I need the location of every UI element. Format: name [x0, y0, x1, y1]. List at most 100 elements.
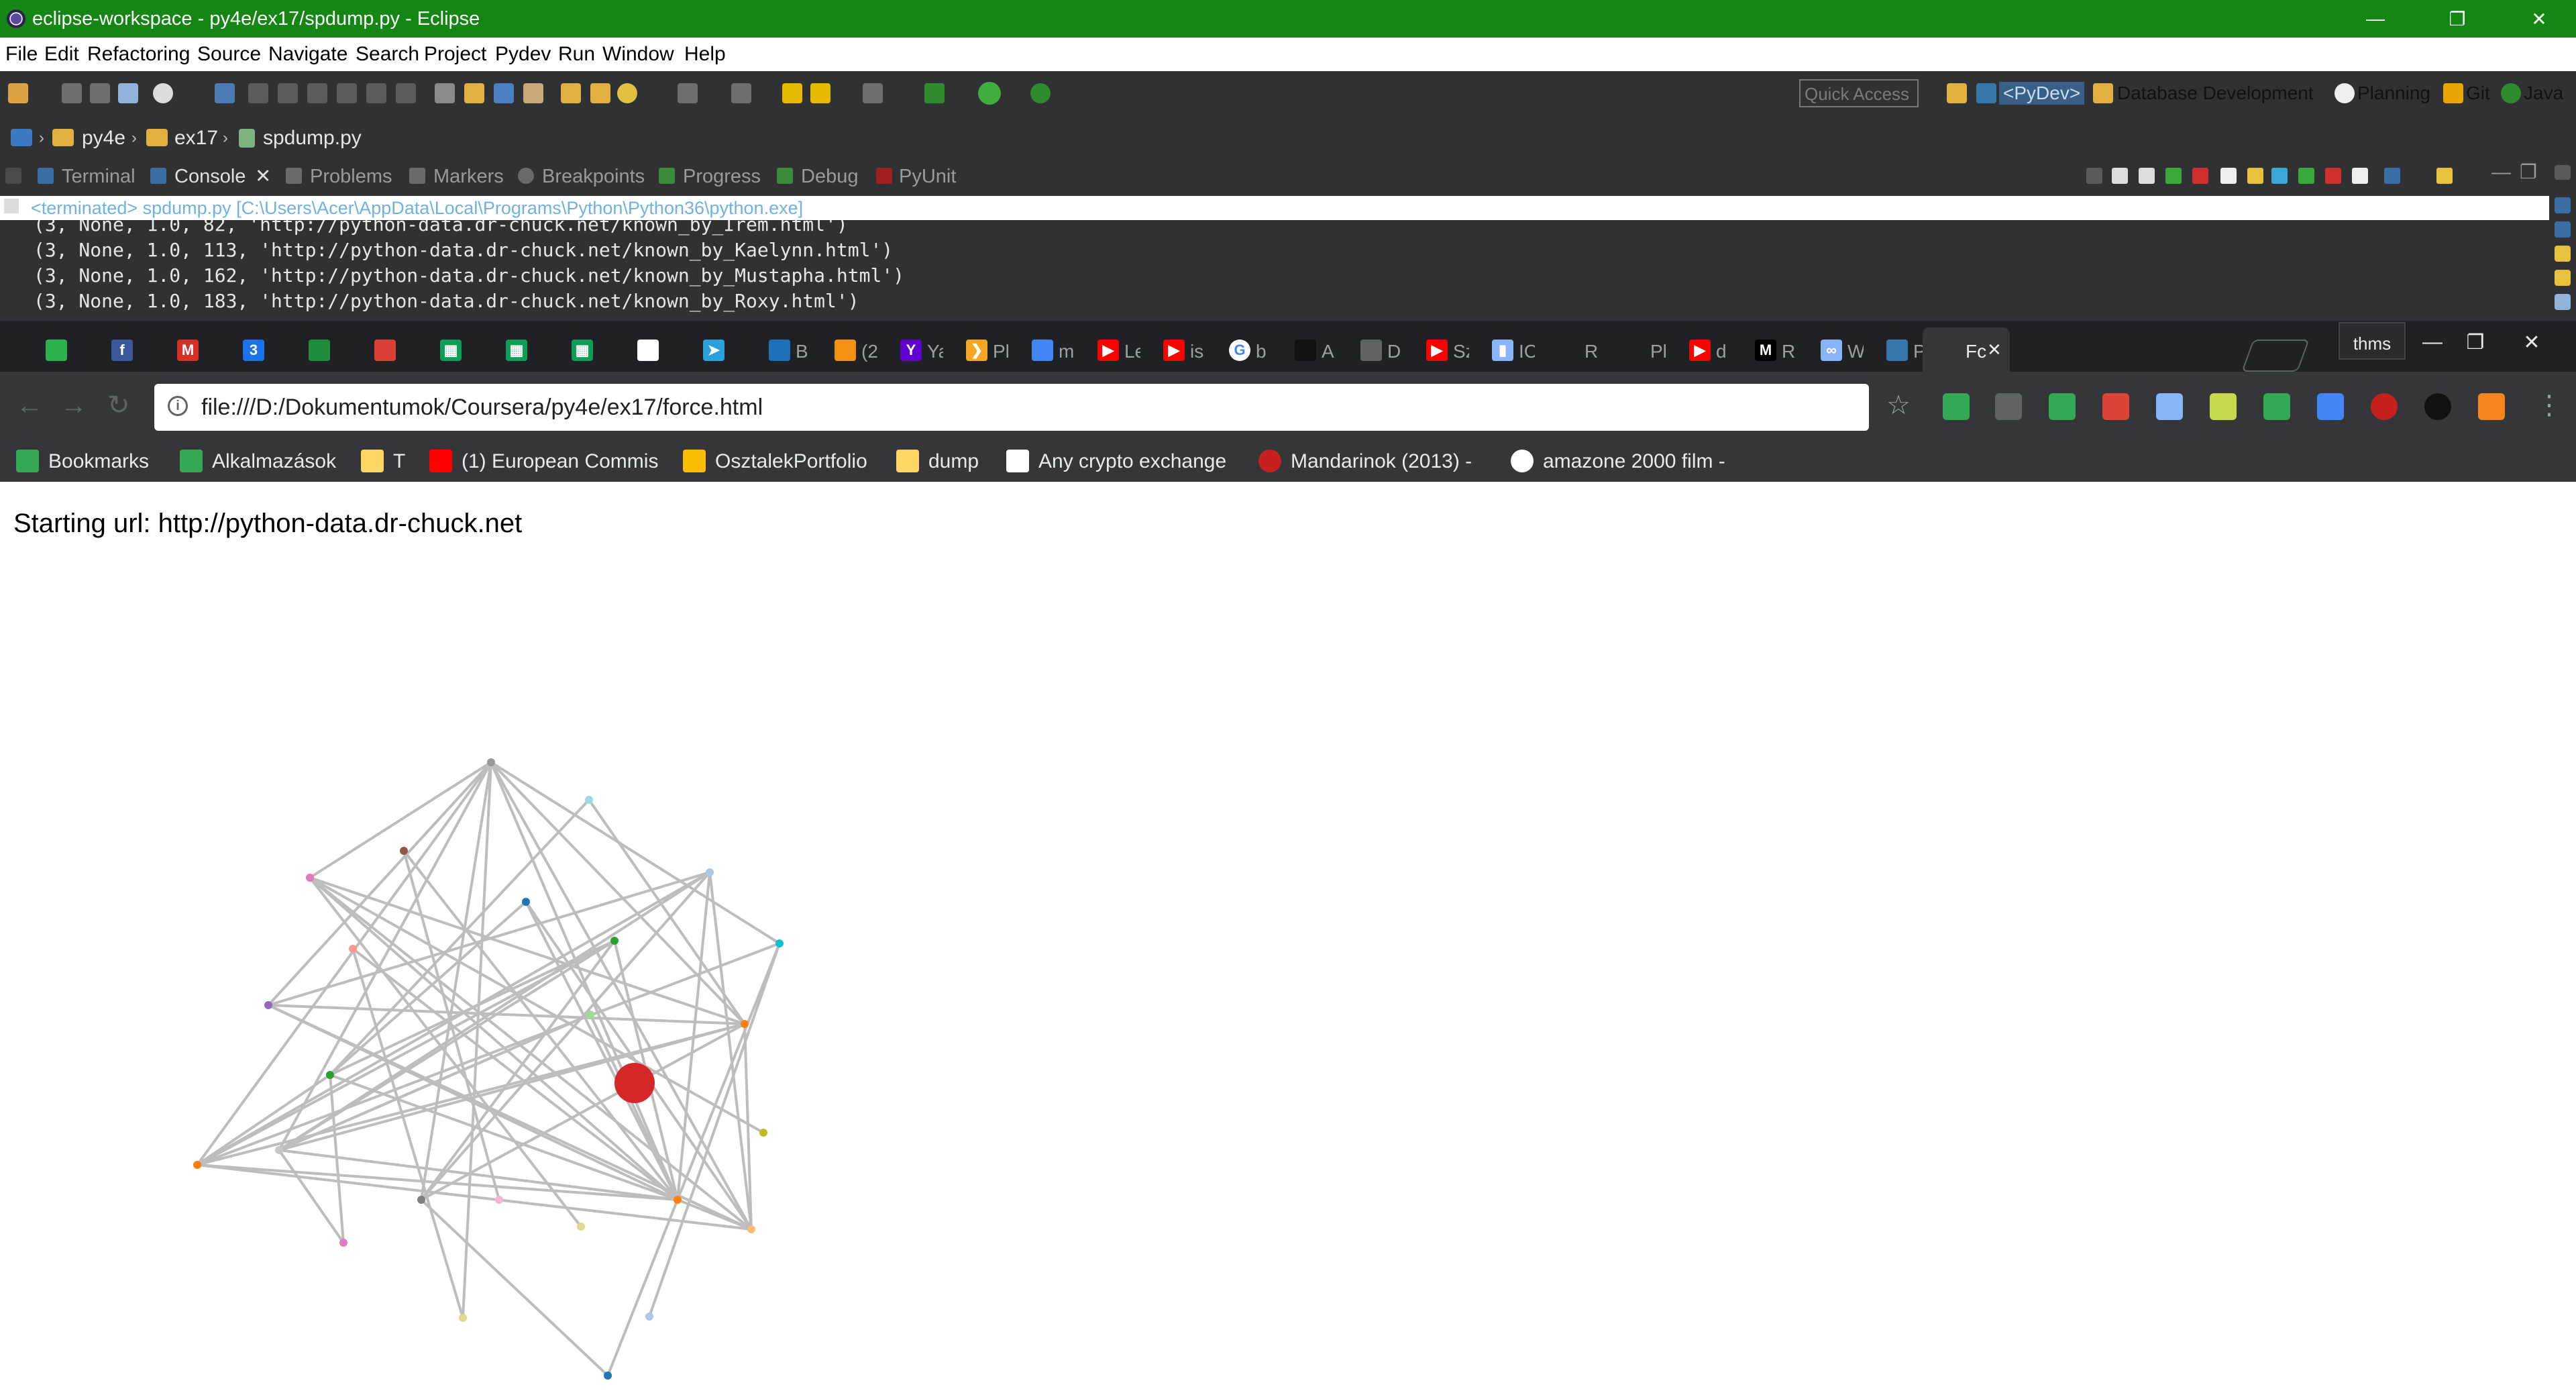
- project-explorer-icon[interactable]: [11, 129, 32, 146]
- graph-node-large[interactable]: [614, 1063, 655, 1103]
- graph-node[interactable]: [459, 1314, 467, 1322]
- graph-node[interactable]: [674, 1196, 682, 1204]
- graph-node[interactable]: [487, 758, 495, 766]
- menu-refactoring[interactable]: Refactoring: [87, 43, 190, 66]
- build-icon[interactable]: [464, 83, 484, 103]
- outline-icon[interactable]: [2555, 197, 2571, 213]
- chrome-tab[interactable]: ▦: [490, 327, 549, 372]
- chrome-tab[interactable]: [358, 327, 417, 372]
- force-graph[interactable]: [0, 482, 2576, 1393]
- forward-icon[interactable]: [863, 83, 883, 103]
- chrome-tab[interactable]: [30, 327, 89, 372]
- graph-node[interactable]: [495, 1196, 503, 1204]
- chrome-tab[interactable]: Fc ✕: [1923, 327, 2010, 372]
- chrome-tab[interactable]: A: [1279, 327, 1338, 372]
- chrome-tab[interactable]: ▮ IC: [1476, 327, 1535, 372]
- menu-window[interactable]: Window: [602, 43, 674, 66]
- ublock-icon[interactable]: [2371, 393, 2398, 420]
- graph-node[interactable]: [400, 847, 408, 855]
- shield-icon[interactable]: [2424, 393, 2451, 420]
- print-icon[interactable]: [118, 83, 138, 103]
- graph-node[interactable]: [747, 1225, 755, 1233]
- feedbro-icon[interactable]: [2210, 393, 2237, 420]
- terminate-icon[interactable]: [307, 83, 327, 103]
- chrome-tab[interactable]: ▦: [555, 327, 614, 372]
- graph-node[interactable]: [741, 1020, 749, 1028]
- chrome-tab[interactable]: f: [95, 327, 154, 372]
- quick-access-input[interactable]: Quick Access: [1799, 79, 1919, 107]
- chrome-tab[interactable]: P: [1870, 327, 1929, 372]
- perspective-pydev[interactable]: <PyDev>: [1999, 82, 2085, 105]
- chrome-tab[interactable]: MR: [1739, 327, 1798, 372]
- menu-navigate[interactable]: Navigate: [268, 43, 347, 66]
- menu-search[interactable]: Search: [356, 43, 419, 66]
- terminate-console-icon[interactable]: [2086, 168, 2102, 184]
- chrome-tab[interactable]: D: [1344, 327, 1403, 372]
- debug-mode-icon[interactable]: [215, 83, 235, 103]
- graph-node[interactable]: [326, 1071, 334, 1079]
- annotation-icon[interactable]: [731, 83, 751, 103]
- tab-pyunit[interactable]: PyUnit: [899, 165, 956, 188]
- profile-button[interactable]: thms: [2339, 322, 2406, 360]
- word-wrap-icon[interactable]: [2271, 168, 2288, 184]
- tab-terminal[interactable]: Terminal: [62, 165, 136, 188]
- tab-markers[interactable]: Markers: [433, 165, 504, 188]
- save-icon[interactable]: [62, 83, 82, 103]
- show-on-output-icon[interactable]: [2298, 168, 2314, 184]
- back-icon[interactable]: [782, 83, 802, 103]
- breadcrumb-folder[interactable]: ex17: [174, 119, 218, 157]
- info-icon[interactable]: i: [168, 396, 188, 416]
- bookmarks-icon[interactable]: [2555, 270, 2571, 286]
- graph-node[interactable]: [585, 796, 593, 804]
- chrome-tab[interactable]: (2: [818, 327, 877, 372]
- tab-progress[interactable]: Progress: [683, 165, 761, 188]
- package-icon[interactable]: [523, 83, 543, 103]
- graph-node[interactable]: [193, 1161, 201, 1169]
- graph-node[interactable]: [604, 1372, 612, 1380]
- tab-debug[interactable]: Debug: [801, 165, 858, 188]
- step-return-icon[interactable]: [396, 83, 416, 103]
- restore-icon[interactable]: [2555, 165, 2571, 180]
- green-extension-icon[interactable]: [2263, 393, 2290, 420]
- open-perspective-icon[interactable]: [1947, 83, 1967, 103]
- step-into-icon[interactable]: [337, 83, 357, 103]
- chrome-close-button[interactable]: ✕: [2513, 325, 2551, 360]
- close-tab-icon[interactable]: ✕: [255, 165, 271, 188]
- graph-node[interactable]: [275, 1146, 283, 1154]
- interrupt-icon[interactable]: [2165, 168, 2182, 184]
- cast-icon[interactable]: [1995, 393, 2022, 420]
- chrome-tab[interactable]: B: [753, 327, 812, 372]
- chrome-restore-button[interactable]: ❐: [2457, 325, 2494, 360]
- clear-console-icon[interactable]: [2220, 168, 2237, 184]
- remove-all-icon[interactable]: [2139, 168, 2155, 184]
- chrome-tab[interactable]: [621, 327, 680, 372]
- chrome-tab[interactable]: M: [161, 327, 220, 372]
- task-icon[interactable]: [678, 83, 698, 103]
- show-on-error-icon[interactable]: [2325, 168, 2341, 184]
- bookmark-star-icon[interactable]: ☆: [1886, 392, 1911, 419]
- resume-icon[interactable]: [248, 83, 268, 103]
- graph-node[interactable]: [577, 1223, 585, 1231]
- close-tab-icon[interactable]: ✕: [1987, 340, 2002, 360]
- reload-icon[interactable]: ↻: [107, 392, 130, 419]
- graph-node[interactable]: [306, 874, 314, 882]
- graph-node[interactable]: [339, 1239, 347, 1247]
- graph-node[interactable]: [264, 1001, 272, 1009]
- restore-button[interactable]: ❐: [2420, 0, 2494, 38]
- chrome-tab[interactable]: Gb: [1213, 327, 1272, 372]
- external-tools-icon[interactable]: [1030, 83, 1051, 103]
- suspend-icon[interactable]: [278, 83, 298, 103]
- open-folder-icon[interactable]: [561, 83, 581, 103]
- breadcrumb-file[interactable]: spdump.py: [263, 119, 362, 157]
- new-icon[interactable]: [8, 83, 28, 103]
- perspective-java[interactable]: Java: [2524, 82, 2563, 105]
- breadcrumb-project[interactable]: py4e: [82, 119, 125, 157]
- chrome-tab[interactable]: Pl: [1607, 327, 1666, 372]
- metamask-icon[interactable]: [2478, 393, 2505, 420]
- menu-run[interactable]: Run: [558, 43, 595, 66]
- lastpass-icon[interactable]: [2102, 393, 2129, 420]
- chrome-tab[interactable]: ∞ W: [1805, 327, 1864, 372]
- translate-icon[interactable]: [2317, 393, 2344, 420]
- pin-console-icon[interactable]: [2352, 168, 2368, 184]
- chrome-tab[interactable]: YYa: [884, 327, 943, 372]
